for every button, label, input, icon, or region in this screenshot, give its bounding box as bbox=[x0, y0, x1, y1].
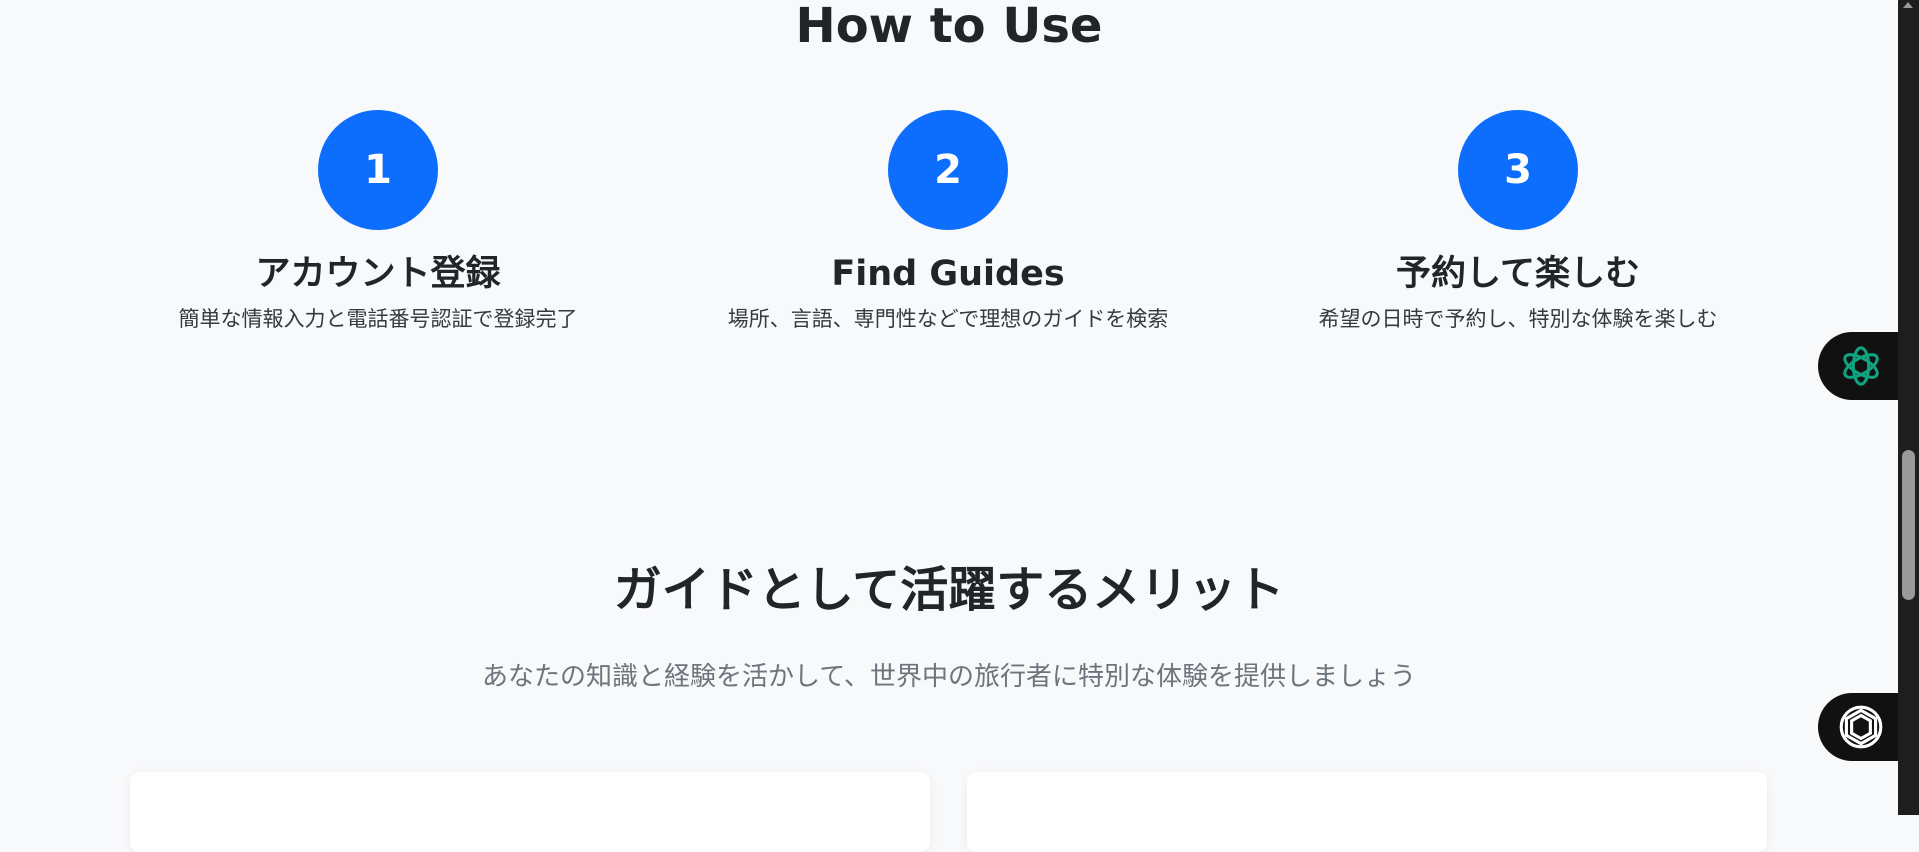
guide-merits-subtitle: あなたの知識と経験を活かして、世界中の旅行者に特別な体験を提供しましょう bbox=[482, 662, 1416, 692]
step-number-badge: 3 bbox=[1458, 110, 1578, 230]
assistant-knot-icon bbox=[1839, 705, 1883, 749]
step-title: 予約して楽しむ bbox=[1396, 254, 1640, 294]
chatgpt-floating-button[interactable] bbox=[1818, 332, 1898, 400]
step-title: アカウント登録 bbox=[255, 254, 501, 294]
step-number-badge: 2 bbox=[888, 110, 1008, 230]
step-3: 3 予約して楽しむ 希望の日時で予約し、特別な体験を楽しむ bbox=[1258, 110, 1778, 334]
how-to-use-title: How to Use bbox=[795, 0, 1103, 54]
step-description: 簡単な情報入力と電話番号認証で登録完了 bbox=[178, 307, 578, 331]
vertical-scrollbar[interactable] bbox=[1898, 0, 1919, 815]
step-description: 希望の日時で予約し、特別な体験を楽しむ bbox=[1318, 307, 1718, 331]
step-description: 場所、言語、専門性などで理想のガイドを検索 bbox=[727, 307, 1169, 331]
guide-merits-title: ガイドとして活躍するメリット bbox=[613, 562, 1285, 618]
merit-card bbox=[967, 772, 1767, 852]
step-title: Find Guides bbox=[831, 254, 1065, 294]
merit-card bbox=[130, 772, 930, 852]
scroll-up-arrow-icon[interactable] bbox=[1903, 2, 1913, 8]
chatgpt-flower-icon bbox=[1843, 346, 1879, 386]
scrollbar-thumb[interactable] bbox=[1902, 450, 1915, 600]
step-1: 1 アカウント登録 簡単な情報入力と電話番号認証で登録完了 bbox=[118, 110, 638, 334]
assistant-floating-button[interactable] bbox=[1818, 693, 1898, 761]
step-number-badge: 1 bbox=[318, 110, 438, 230]
step-2: 2 Find Guides 場所、言語、専門性などで理想のガイドを検索 bbox=[688, 110, 1208, 334]
page: How to Use 1 アカウント登録 簡単な情報入力と電話番号認証で登録完了… bbox=[0, 0, 1898, 852]
